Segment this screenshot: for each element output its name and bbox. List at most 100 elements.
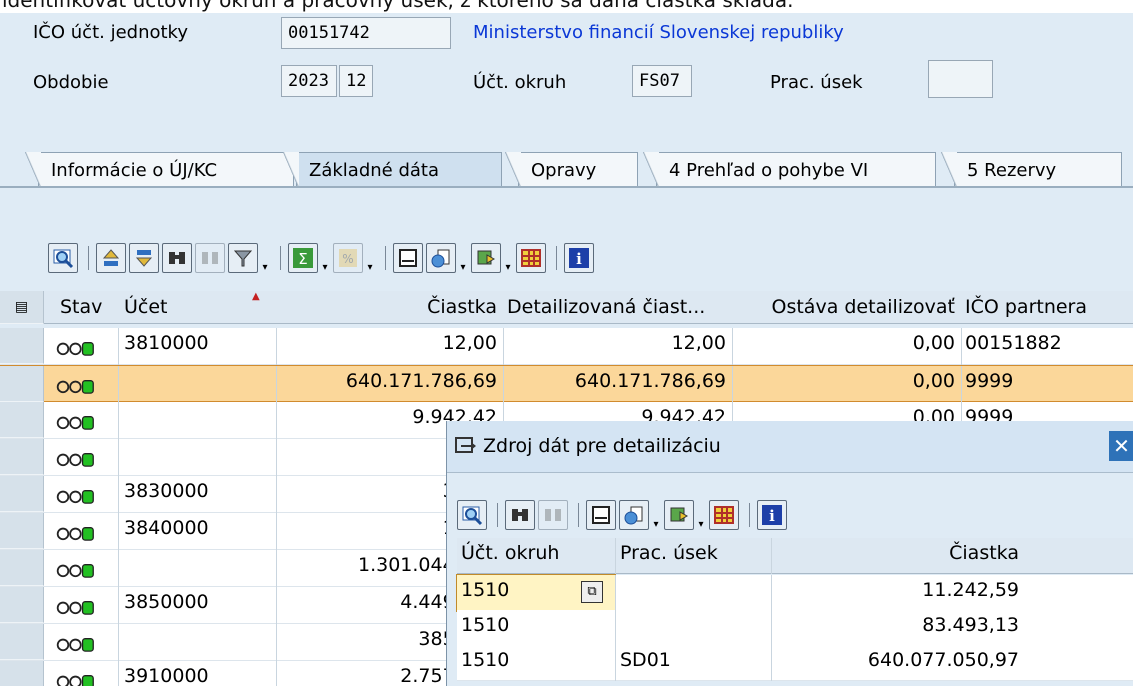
okruh-field[interactable]: FS07	[632, 65, 692, 97]
cell-ucet[interactable]	[120, 624, 276, 661]
cell-ico-partnera[interactable]: 9999	[961, 366, 1133, 403]
row-selector[interactable]	[0, 328, 44, 364]
print-button[interactable]	[393, 243, 423, 273]
popup-export-dropdown-icon[interactable]: ▾	[652, 500, 660, 530]
cell-ucet[interactable]: 3830000	[120, 476, 276, 513]
period-month-field[interactable]: 12	[339, 65, 373, 97]
usek-label: Prac. úsek	[770, 72, 863, 93]
table-row[interactable]: 640.171.786,69 640.171.786,69 0,00 9999	[0, 365, 1133, 403]
popup-cell-usek[interactable]	[615, 610, 771, 646]
cell-ucet[interactable]	[120, 366, 276, 403]
cell-ucet[interactable]: 3910000	[120, 661, 276, 686]
cell-ico-partnera[interactable]: 00151882	[961, 328, 1133, 365]
subtotal-icon: %	[339, 249, 357, 267]
popup-cell-ciastka[interactable]: 11.242,59	[771, 575, 1033, 611]
layout-dropdown-icon[interactable]: ▾	[504, 243, 512, 273]
ico-field[interactable]: 00151742	[281, 17, 451, 49]
popup-info-button[interactable]: i	[757, 500, 787, 530]
export-dropdown-icon[interactable]: ▾	[459, 243, 467, 273]
popup-export-button[interactable]	[619, 500, 649, 530]
tab-informacie[interactable]: Informácie o ÚJ/KC	[25, 152, 294, 189]
subtotal-button[interactable]: %	[333, 243, 363, 273]
popup-table-row[interactable]: 1510 ⧉ 11.242,59	[456, 574, 1133, 612]
col-ciastka[interactable]: Čiastka	[277, 291, 503, 324]
col-ico-partnera[interactable]: IČO partnera	[961, 291, 1133, 324]
popup-cell-okruh[interactable]: 1510	[457, 610, 615, 646]
table-row[interactable]: 3810000 12,00 12,00 0,00 00151882	[0, 328, 1133, 365]
ico-label: IČO účt. jednotky	[33, 22, 188, 43]
tab-opravy[interactable]: Opravy	[505, 152, 638, 189]
popup-cell-ciastka[interactable]: 83.493,13	[771, 610, 1033, 646]
row-selector[interactable]	[0, 402, 44, 438]
popup-col-usek[interactable]: Prac. úsek	[615, 538, 771, 574]
row-selector[interactable]	[0, 661, 44, 686]
select-all-icon[interactable]: ▤	[0, 291, 44, 324]
change-layout-button[interactable]	[516, 243, 546, 273]
usek-field[interactable]	[928, 60, 993, 98]
cell-ucet[interactable]: 3810000	[120, 328, 276, 365]
total-dropdown-icon[interactable]: ▾	[321, 243, 329, 273]
popup-cell-ciastka[interactable]: 640.077.050,97	[771, 645, 1033, 681]
cell-ostava[interactable]: 0,00	[732, 366, 961, 403]
info-button[interactable]: i	[564, 243, 594, 273]
popup-details-button[interactable]	[457, 500, 487, 530]
row-selector[interactable]	[0, 366, 44, 402]
sort-ascending-button[interactable]	[96, 243, 126, 273]
popup-cell-okruh[interactable]: 1510	[457, 645, 615, 681]
value-help-icon[interactable]: ⧉	[581, 581, 603, 603]
cell-detailizovana[interactable]: 12,00	[503, 328, 732, 365]
filter-button[interactable]	[228, 243, 258, 273]
popup-find-button[interactable]	[505, 500, 535, 530]
cell-ostava[interactable]: 0,00	[732, 328, 961, 365]
popup-find-next-button[interactable]	[538, 500, 568, 530]
cell-ucet[interactable]	[120, 439, 276, 476]
cell-ucet[interactable]: 3840000	[120, 513, 276, 550]
total-button[interactable]: Σ	[288, 243, 318, 273]
filter-dropdown-icon[interactable]: ▾	[261, 243, 269, 273]
details-button[interactable]	[48, 243, 78, 273]
popup-layout-dropdown-icon[interactable]: ▾	[697, 500, 705, 530]
period-year-field[interactable]: 2023	[281, 65, 337, 97]
col-ostava[interactable]: Ostáva detailizovať	[732, 291, 961, 324]
cell-ucet[interactable]	[120, 550, 276, 587]
cell-ciastka[interactable]: 12,00	[277, 328, 503, 365]
tab-rezervy[interactable]: 5 Rezervy	[941, 152, 1122, 189]
export-button[interactable]	[426, 243, 456, 273]
popup-cell-usek[interactable]	[615, 575, 771, 611]
grid-layout-icon	[521, 249, 541, 267]
row-selector[interactable]	[0, 439, 44, 475]
col-detailizovana[interactable]: Detailizovaná čiast...	[503, 291, 732, 324]
tab-prehlad-pohybe[interactable]: 4 Prehľad o pohybe VI	[643, 152, 936, 189]
popup-cell-usek[interactable]: SD01	[615, 645, 771, 681]
row-selector[interactable]	[0, 587, 44, 623]
tab-zakladne-data[interactable]: Základné dáta	[283, 152, 502, 189]
popup-col-okruh[interactable]: Účt. okruh	[457, 538, 615, 574]
cell-ucet[interactable]	[120, 402, 276, 439]
row-selector[interactable]	[0, 513, 44, 549]
col-stav[interactable]: Stav	[56, 291, 118, 324]
popup-table-row[interactable]: 1510 SD01 640.077.050,97	[457, 645, 1133, 681]
popup-col-ciastka[interactable]: Čiastka	[771, 538, 1033, 574]
find-button[interactable]	[162, 243, 192, 273]
row-selector[interactable]	[0, 624, 44, 660]
cell-ciastka[interactable]: 640.171.786,69	[277, 366, 503, 403]
okruh-label: Účt. okruh	[473, 72, 567, 93]
sort-descending-button[interactable]	[129, 243, 159, 273]
layout-button[interactable]	[471, 243, 501, 273]
cell-ucet[interactable]: 3850000	[120, 587, 276, 624]
popup-table-row[interactable]: 1510 83.493,13	[457, 610, 1133, 646]
find-next-button[interactable]	[195, 243, 225, 273]
cell-detailizovana[interactable]: 640.171.786,69	[503, 366, 732, 403]
popup-layout-button[interactable]	[664, 500, 694, 530]
binoculars-icon	[169, 252, 185, 264]
row-selector[interactable]	[0, 550, 44, 586]
subtotal-dropdown-icon[interactable]: ▾	[366, 243, 374, 273]
popup-change-layout-button[interactable]	[709, 500, 739, 530]
sort-ascending-icon	[102, 249, 120, 266]
export-icon	[624, 506, 643, 525]
toolbar-separator	[88, 246, 89, 270]
popup-print-button[interactable]	[586, 500, 616, 530]
close-icon[interactable]: ✕	[1109, 431, 1133, 461]
grid-line	[118, 513, 119, 550]
row-selector[interactable]	[0, 476, 44, 512]
